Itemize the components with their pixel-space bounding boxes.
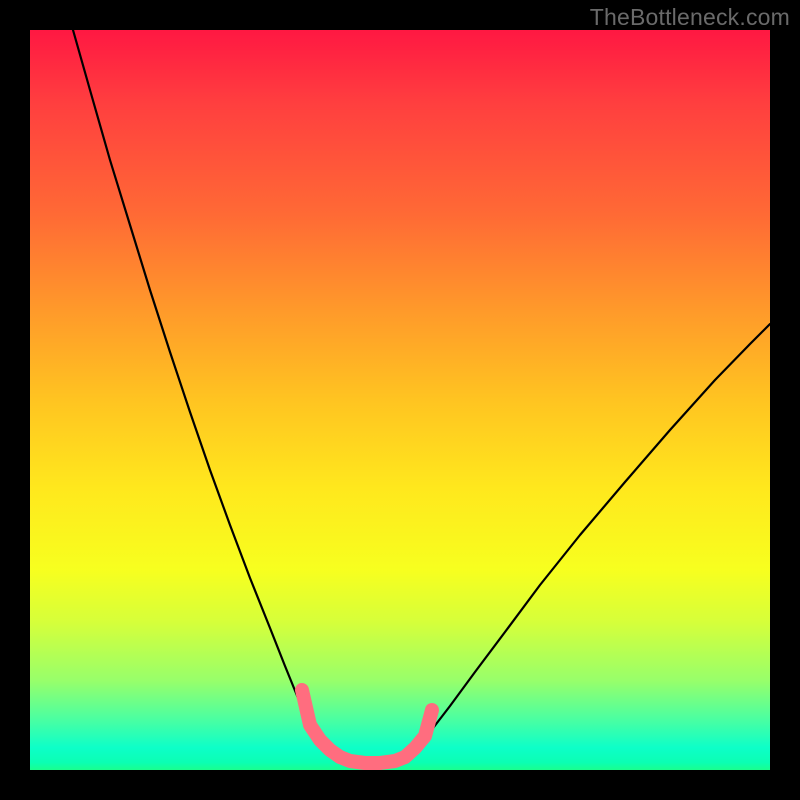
watermark-text: TheBottleneck.com bbox=[590, 4, 790, 31]
plot-area bbox=[30, 30, 770, 770]
pink-overlay-right bbox=[405, 710, 432, 757]
curve-right bbox=[405, 324, 770, 757]
pink-overlay-floor bbox=[340, 757, 405, 763]
curve-layer bbox=[30, 30, 770, 770]
curve-left bbox=[73, 30, 340, 757]
pink-overlay-left bbox=[302, 690, 340, 757]
chart-frame: TheBottleneck.com bbox=[0, 0, 800, 800]
